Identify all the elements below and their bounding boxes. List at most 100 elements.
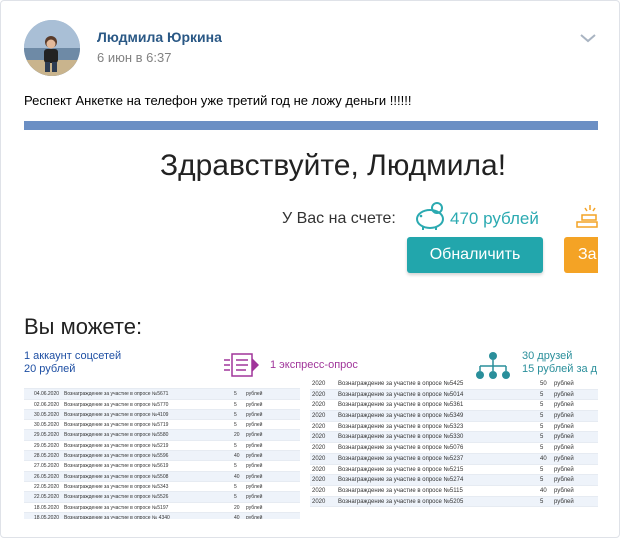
- log-cell-desc: Вознаграждение за участие в опросе №4109: [64, 411, 169, 418]
- log-cell-desc: Вознаграждение за участие в опросе №5330: [338, 434, 464, 441]
- log-cell-date: 2020: [312, 477, 326, 484]
- log-cell-desc: Вознаграждение за участие в опросе №5237: [338, 455, 464, 462]
- log-cell-amount: 50: [540, 381, 547, 387]
- log-row: 02.06.2020 Вознаграждение за участие в оп…: [24, 400, 300, 410]
- log-cell-date: 02.06.2020: [34, 401, 60, 408]
- log-row: 18.05.2020 Вознаграждение за участие в оп…: [24, 503, 300, 513]
- log-cell-cur: рублей: [246, 442, 263, 449]
- cashout-button[interactable]: Обналичить: [407, 237, 543, 273]
- log-cell-amount: 5: [540, 445, 544, 452]
- log-cell-desc: Вознаграждение за участие в опросе №5115: [338, 487, 463, 494]
- log-row: 30.05.2020 Вознаграждение за участие в оп…: [24, 409, 300, 421]
- log-cell-amount: 5: [540, 423, 544, 430]
- log-cell-cur: рублей: [554, 402, 574, 409]
- log-cell-desc: Вознаграждение за участие в опросе №5361: [338, 402, 464, 409]
- log-cell-date: 28.05.2020: [34, 453, 60, 460]
- log-cell-desc: Вознаграждение за участие в опросе №5425: [338, 381, 464, 387]
- log-cell-cur: рублей: [554, 423, 574, 430]
- log-row: 26.05.2020 Вознаграждение за участие в оп…: [24, 471, 300, 482]
- post-text: Респект Анкетке на телефон уже третий го…: [24, 93, 412, 108]
- log-cell-cur: рублей: [246, 494, 263, 501]
- header-bar: [24, 121, 598, 130]
- payment-log-right: 2020 Вознаграждение за участие в опросе №…: [310, 379, 598, 508]
- secondary-button[interactable]: За: [564, 237, 598, 273]
- avatar[interactable]: [24, 20, 80, 76]
- log-cell-cur: рублей: [246, 473, 263, 480]
- offer-friends-line2: 15 рублей за д: [522, 363, 598, 375]
- log-cell-date: 2020: [312, 445, 326, 452]
- log-row: 2020 Вознаграждение за участие в опросе №…: [310, 400, 598, 412]
- post-date[interactable]: 6 июн в 6:37: [97, 50, 171, 65]
- log-cell-date: 2020: [312, 413, 326, 420]
- log-cell-date: 27.05.2020: [34, 463, 60, 470]
- log-row: 2020 Вознаграждение за участие в опросе №…: [310, 389, 598, 401]
- log-cell-cur: рублей: [246, 391, 263, 398]
- log-cell-desc: Вознаграждение за участие в опросе № 434…: [64, 514, 170, 519]
- log-row: 2020 Вознаграждение за участие в опросе №…: [310, 486, 598, 497]
- log-cell-amount: 5: [234, 391, 237, 398]
- log-row: 2020 Вознаграждение за участие в опросе №…: [310, 475, 598, 486]
- log-cell-desc: Вознаграждение за участие в опросе №5219: [64, 442, 169, 449]
- log-cell-desc: Вознаграждение за участие в опросе №5323: [338, 423, 464, 430]
- log-cell-cur: рублей: [554, 445, 574, 452]
- log-cell-date: 22.05.2020: [34, 483, 60, 490]
- gold-bars-icon: [576, 205, 598, 228]
- log-cell-amount: 40: [234, 453, 240, 460]
- log-cell-desc: Вознаграждение за участие в опросе №5719: [64, 422, 169, 429]
- attached-image[interactable]: Здравствуйте, Людмила! У Вас на счете: 4…: [24, 121, 598, 519]
- log-cell-cur: рублей: [246, 453, 263, 460]
- log-cell-desc: Вознаграждение за участие в опросе №5770: [64, 401, 169, 408]
- log-cell-desc: Вознаграждение за участие в опросе №5215: [338, 466, 464, 473]
- log-cell-cur: рублей: [554, 455, 574, 462]
- log-cell-cur: рублей: [246, 422, 263, 429]
- log-cell-date: 22.05.2020: [34, 494, 60, 501]
- log-cell-cur: рублей: [554, 466, 574, 473]
- log-cell-amount: 40: [234, 514, 240, 519]
- log-cell-desc: Вознаграждение за участие в опросе №5205: [338, 498, 464, 505]
- author-name[interactable]: Людмила Юркина: [97, 29, 222, 45]
- offer-social-line2: 20 рублей: [24, 363, 76, 375]
- log-cell-amount: 5: [234, 463, 237, 470]
- log-cell-amount: 5: [234, 483, 237, 490]
- log-row: 2020 Вознаграждение за участие в опросе №…: [310, 443, 598, 454]
- log-cell-amount: 5: [540, 466, 544, 473]
- log-cell-date: 04.06.2020: [34, 391, 60, 398]
- piggy-bank-icon: [416, 202, 444, 230]
- log-cell-cur: рублей: [246, 483, 263, 490]
- offer-friends: 30 друзей 15 рублей за д: [522, 350, 597, 376]
- network-friends-icon: [476, 352, 510, 379]
- log-cell-desc: Вознаграждение за участие в опросе №5349: [338, 413, 464, 420]
- log-cell-amount: 5: [234, 401, 237, 408]
- log-row: [24, 379, 300, 390]
- log-cell-amount: 40: [540, 487, 547, 494]
- chevron-down-icon[interactable]: [579, 32, 597, 44]
- log-cell-desc: Вознаграждение за участие в опросе №5526: [64, 494, 169, 501]
- log-cell-desc: Вознаграждение за участие в опросе №5197: [64, 504, 169, 511]
- log-cell-desc: Вознаграждение за участие в опросе №5671: [64, 391, 169, 398]
- log-row: 2020 Вознаграждение за участие в опросе №…: [310, 496, 598, 508]
- log-row: 29.05.2020 Вознаграждение за участие в оп…: [24, 441, 300, 452]
- log-cell-amount: 40: [540, 455, 547, 462]
- log-row: 18.05.2020 Вознаграждение за участие в оп…: [24, 512, 300, 519]
- log-row: 29.05.2020 Вознаграждение за участие в оп…: [24, 430, 300, 441]
- log-row: 2020 Вознаграждение за участие в опросе №…: [310, 432, 598, 444]
- log-cell-cur: рублей: [554, 381, 574, 387]
- log-cell-amount: 5: [540, 434, 544, 441]
- offer-social-line1: 1 аккаунт соцсетей: [24, 350, 122, 362]
- log-cell-cur: рублей: [554, 477, 574, 484]
- log-cell-amount: 5: [234, 442, 237, 449]
- log-cell-cur: рублей: [554, 391, 574, 398]
- log-cell-desc: Вознаграждение за участие в опросе №5076: [338, 445, 464, 452]
- log-cell-date: 30.05.2020: [34, 411, 60, 418]
- log-cell-amount: 5: [234, 411, 237, 418]
- log-cell-amount: 5: [234, 494, 237, 501]
- offer-social: 1 аккаунт соцсетей 20 рублей: [24, 350, 121, 376]
- log-row: 2020 Вознаграждение за участие в опросе №…: [310, 411, 598, 422]
- log-row: 2020 Вознаграждение за участие в опросе №…: [310, 379, 598, 390]
- post-card: Людмила Юркина 6 июн в 6:37 Респект Анке…: [0, 0, 620, 538]
- log-cell-desc: Вознаграждение за участие в опросе №5343: [64, 483, 169, 490]
- greeting-title: Здравствуйте, Людмила!: [160, 149, 507, 182]
- log-cell-cur: рублей: [554, 434, 574, 441]
- section-title: Вы можете:: [24, 314, 143, 339]
- log-cell-amount: 40: [234, 473, 240, 480]
